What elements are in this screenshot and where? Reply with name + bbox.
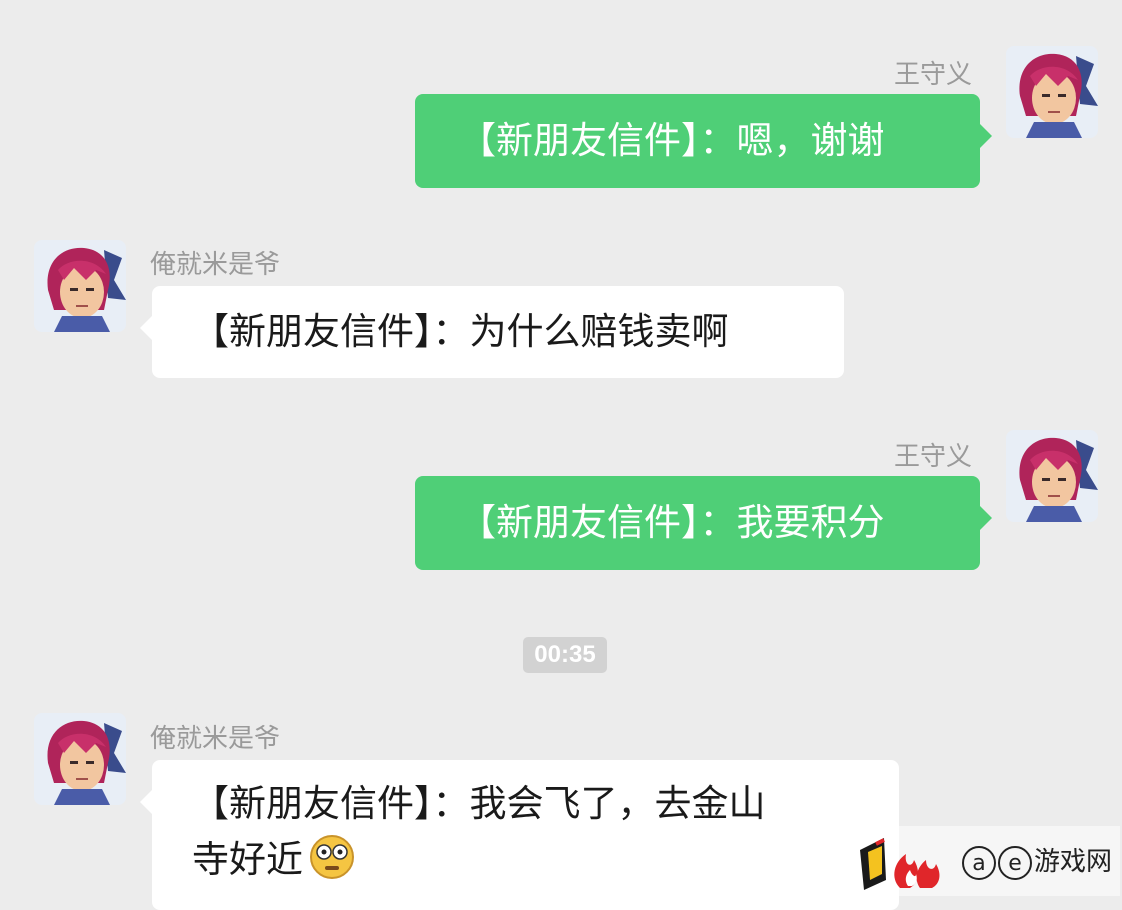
message-text-line: 【新朋友信件】：我会飞了，去金山 [192, 782, 766, 825]
message-bubble-incoming[interactable]: 【新朋友信件】：为什么赔钱卖啊 [140, 286, 844, 378]
chat-view: 王守义 【新朋友信件】：嗯，谢谢 俺就米是爷 【新朋友信件】：为什么赔钱卖啊 王… [0, 0, 1122, 910]
message-bubble-outgoing[interactable]: 【新朋友信件】：嗯，谢谢 [415, 94, 992, 188]
sender-name: 王守义 [893, 442, 972, 472]
site-logo-icon [860, 838, 940, 890]
timestamp: 00:35 [523, 637, 607, 673]
e-symbol: e [998, 846, 1032, 880]
sender-name: 王守义 [893, 60, 972, 90]
flushed-face-icon [309, 834, 355, 880]
watermark: a e 游戏网 [848, 826, 1120, 896]
watermark-site-name: 游戏网 [1034, 847, 1113, 877]
sender-name: 俺就米是爷 [150, 724, 281, 754]
avatar[interactable] [34, 713, 126, 805]
avatar[interactable] [1006, 46, 1098, 138]
avatar[interactable] [34, 240, 126, 332]
message-text-line-with-emoji: 寺好近 [192, 832, 871, 888]
avatar[interactable] [1006, 430, 1098, 522]
at-symbol: a [962, 846, 996, 880]
sender-name: 俺就米是爷 [150, 250, 281, 280]
watermark-text: a e 游戏网 [962, 842, 1112, 882]
message-text: 【新朋友信件】：嗯，谢谢 [459, 119, 885, 162]
message-text: 【新朋友信件】：我要积分 [459, 501, 885, 544]
message-text: 【新朋友信件】：为什么赔钱卖啊 [192, 310, 729, 353]
message-text: 寺好近 [192, 838, 303, 881]
message-bubble-outgoing[interactable]: 【新朋友信件】：我要积分 [415, 476, 992, 570]
message-bubble-incoming[interactable]: 【新朋友信件】：我会飞了，去金山 寺好近 [140, 760, 899, 910]
